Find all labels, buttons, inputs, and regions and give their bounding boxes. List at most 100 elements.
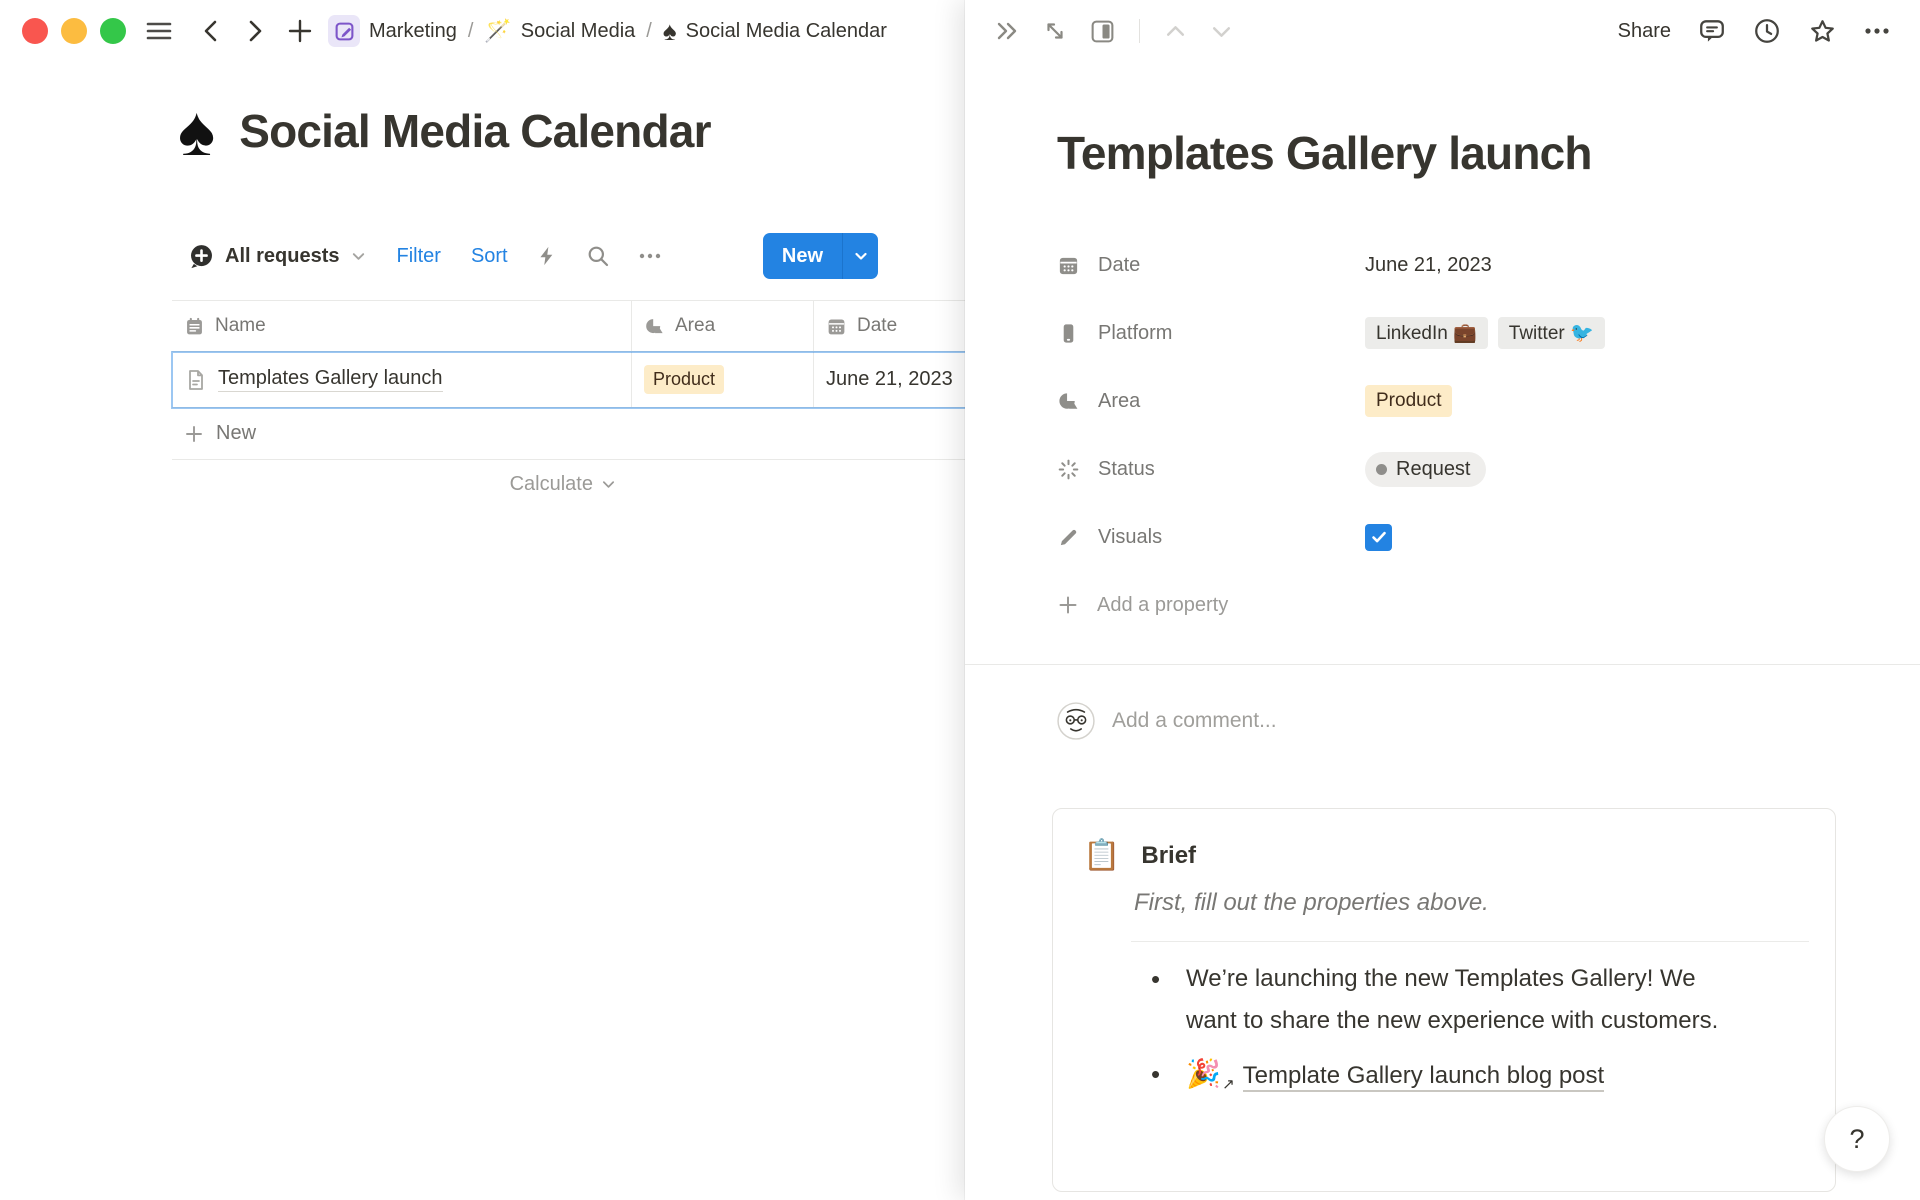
clipboard-icon: 📋 bbox=[1083, 841, 1120, 871]
property-value-status[interactable]: Request bbox=[1365, 452, 1486, 487]
updates-clock-icon[interactable] bbox=[1753, 17, 1781, 45]
view-selector-label: All requests bbox=[225, 245, 339, 268]
comment-input-placeholder: Add a comment... bbox=[1112, 709, 1277, 733]
status-pill: Request bbox=[1365, 452, 1486, 487]
app-window: Marketing / 🪄 Social Media / ♠ Social Me… bbox=[0, 0, 1920, 1200]
row-title[interactable]: Templates Gallery launch bbox=[218, 367, 443, 392]
visuals-checkbox-checked[interactable] bbox=[1365, 524, 1392, 551]
traffic-lights bbox=[22, 18, 126, 44]
blog-post-page-link[interactable]: Template Gallery launch blog post bbox=[1243, 1062, 1605, 1092]
calendar-icon bbox=[1057, 254, 1080, 277]
property-label: Area bbox=[1098, 390, 1140, 413]
close-peek-double-chevron-icon[interactable] bbox=[995, 19, 1021, 43]
breadcrumb-item-marketing[interactable]: Marketing bbox=[328, 15, 457, 47]
shapes-icon bbox=[644, 316, 665, 337]
chevron-down-icon bbox=[601, 477, 616, 492]
property-row-platform: Platform LinkedIn 💼 Twitter 🐦 bbox=[1057, 311, 1847, 355]
brief-heading: 📋 Brief bbox=[1083, 841, 1809, 871]
property-value-area[interactable]: Product bbox=[1365, 385, 1452, 418]
property-label-status[interactable]: Status bbox=[1057, 458, 1365, 481]
comment-composer[interactable]: Add a comment... bbox=[1057, 702, 1277, 740]
breadcrumb-label: Marketing bbox=[369, 20, 457, 43]
date-value: June 21, 2023 bbox=[1365, 254, 1492, 277]
brief-bullet-item: 🎉 ↗ Template Gallery launch blog post bbox=[1131, 1053, 1731, 1097]
status-spinner-icon bbox=[1057, 458, 1080, 481]
column-header-name[interactable]: Name bbox=[172, 301, 632, 351]
peek-header-right-controls: Share bbox=[1618, 17, 1890, 46]
property-row-area: Area Product bbox=[1057, 379, 1847, 423]
breadcrumb-separator: / bbox=[468, 20, 474, 43]
new-entry-button[interactable]: New bbox=[763, 233, 842, 279]
property-label-visuals[interactable]: Visuals bbox=[1057, 526, 1365, 549]
automations-lightning-icon[interactable] bbox=[536, 244, 558, 268]
property-label-platform[interactable]: Platform bbox=[1057, 322, 1365, 345]
property-row-visuals: Visuals bbox=[1057, 515, 1847, 559]
next-record-chevron-down-icon[interactable] bbox=[1209, 19, 1234, 44]
property-label-area[interactable]: Area bbox=[1057, 390, 1365, 413]
favorite-star-icon[interactable] bbox=[1808, 17, 1837, 46]
property-label-date[interactable]: Date bbox=[1057, 254, 1365, 277]
help-button[interactable]: ? bbox=[1824, 1106, 1890, 1172]
add-property-button[interactable]: Add a property bbox=[1057, 583, 1847, 627]
comments-icon[interactable] bbox=[1698, 17, 1726, 45]
breadcrumb-label: Social Media bbox=[521, 20, 636, 43]
status-label: Request bbox=[1396, 458, 1471, 481]
minimize-window-button[interactable] bbox=[61, 18, 87, 44]
column-header-label: Date bbox=[857, 315, 897, 337]
view-selector[interactable]: All requests bbox=[188, 243, 366, 270]
column-header-label: Area bbox=[675, 315, 715, 337]
status-dot-icon bbox=[1376, 464, 1387, 475]
marketing-page-icon bbox=[328, 15, 360, 47]
share-button[interactable]: Share bbox=[1618, 20, 1671, 43]
chevron-down-icon bbox=[351, 249, 366, 264]
page-icon-spade[interactable]: ♠ bbox=[178, 96, 215, 166]
header-divider bbox=[1139, 19, 1140, 43]
more-options-icon[interactable] bbox=[638, 252, 662, 260]
magic-wand-icon: 🪄 bbox=[484, 20, 511, 42]
record-title[interactable]: Templates Gallery launch bbox=[1057, 126, 1592, 180]
calendar-icon bbox=[826, 316, 847, 337]
back-button[interactable] bbox=[198, 18, 224, 44]
property-row-date: Date June 21, 2023 bbox=[1057, 243, 1847, 287]
spade-icon: ♠ bbox=[663, 18, 677, 44]
area-tag-product: Product bbox=[644, 365, 724, 394]
row-date-value: June 21, 2023 bbox=[826, 368, 953, 391]
filter-button[interactable]: Filter bbox=[396, 245, 440, 268]
previous-record-chevron-up-icon[interactable] bbox=[1163, 19, 1188, 44]
page-title[interactable]: Social Media Calendar bbox=[239, 104, 710, 158]
sort-button[interactable]: Sort bbox=[471, 245, 508, 268]
column-header-label: Name bbox=[215, 315, 266, 337]
brief-bullet-list: We’re launching the new Templates Galler… bbox=[1131, 958, 1731, 1097]
search-icon[interactable] bbox=[586, 244, 610, 268]
page-more-options-icon[interactable] bbox=[1864, 22, 1890, 40]
notepad-icon bbox=[184, 316, 205, 337]
database-toolbar: All requests Filter Sort New bbox=[188, 231, 878, 281]
property-value-platform[interactable]: LinkedIn 💼 Twitter 🐦 bbox=[1365, 317, 1605, 349]
calculate-control[interactable]: Calculate bbox=[172, 460, 632, 508]
property-value-date[interactable]: June 21, 2023 bbox=[1365, 254, 1492, 277]
brief-bullet-item: We’re launching the new Templates Galler… bbox=[1131, 958, 1731, 1042]
zoom-window-button[interactable] bbox=[100, 18, 126, 44]
property-row-status: Status Request bbox=[1057, 447, 1847, 491]
requests-view-icon bbox=[188, 243, 215, 270]
new-page-plus-icon[interactable] bbox=[286, 17, 314, 45]
brief-template-card: 📋 Brief First, fill out the properties a… bbox=[1052, 808, 1836, 1192]
open-full-page-expand-icon[interactable] bbox=[1042, 18, 1068, 44]
new-entry-dropdown-chevron-icon[interactable] bbox=[842, 233, 878, 279]
shapes-icon bbox=[1057, 390, 1080, 413]
column-header-area[interactable]: Area bbox=[632, 301, 814, 351]
new-row-label: New bbox=[216, 422, 256, 445]
property-label: Visuals bbox=[1098, 526, 1162, 549]
row-area-cell[interactable]: Product bbox=[632, 352, 814, 407]
breadcrumb-item-social-media-calendar[interactable]: ♠ Social Media Calendar bbox=[663, 18, 887, 44]
sidebar-toggle-hamburger-icon[interactable] bbox=[144, 18, 174, 44]
close-window-button[interactable] bbox=[22, 18, 48, 44]
peek-header-left-controls bbox=[995, 18, 1234, 45]
plus-icon bbox=[1057, 594, 1079, 616]
row-name-cell[interactable]: Templates Gallery launch bbox=[172, 352, 632, 407]
forward-button[interactable] bbox=[242, 18, 268, 44]
link-arrow-icon: ↗ bbox=[1222, 1077, 1235, 1092]
side-peek-mode-icon[interactable] bbox=[1089, 18, 1116, 45]
breadcrumb-item-social-media[interactable]: 🪄 Social Media bbox=[484, 20, 635, 43]
brief-hint-text: First, fill out the properties above. bbox=[1134, 889, 1809, 917]
